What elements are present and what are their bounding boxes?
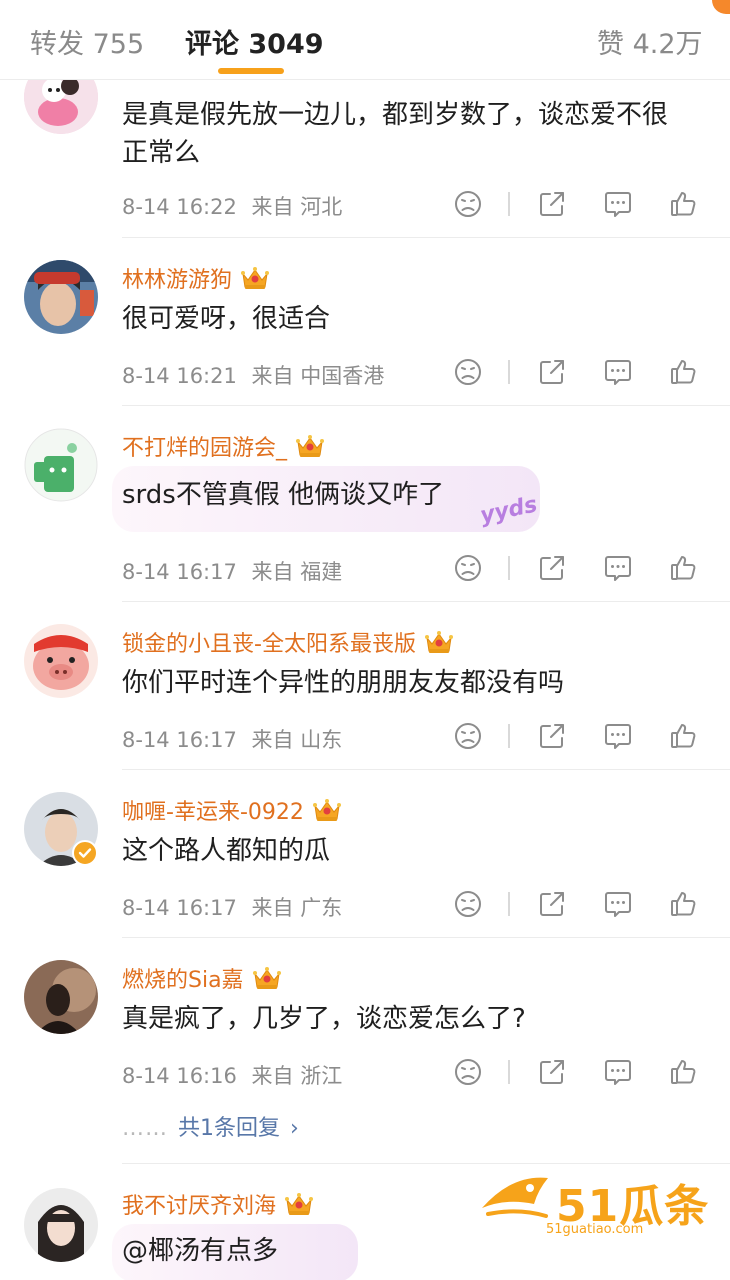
comment-icon[interactable] xyxy=(600,354,636,390)
comment-time: 8-14 16:17 xyxy=(122,896,237,920)
comment-text: 你们平时连个异性的朋朋友友都没有吗 xyxy=(122,668,565,698)
share-icon[interactable] xyxy=(534,186,570,222)
comment-location: 来自 福建 xyxy=(251,560,343,584)
tab-likes[interactable]: 赞 4.2万 xyxy=(597,22,703,61)
reply-dots: …… xyxy=(122,1116,168,1141)
comment-actions xyxy=(450,718,710,758)
dislike-icon[interactable] xyxy=(450,718,486,754)
thumbs-up-icon[interactable] xyxy=(666,886,702,922)
action-separator xyxy=(508,360,510,384)
row-divider xyxy=(122,237,730,238)
comment-time: 8-14 16:21 xyxy=(122,364,237,388)
tabs-divider xyxy=(0,79,730,80)
comment-actions xyxy=(450,1054,710,1094)
comment-icon[interactable] xyxy=(600,886,636,922)
dislike-icon[interactable] xyxy=(450,886,486,922)
comment-meta: 8-14 16:16 来自 浙江 xyxy=(122,1060,342,1090)
crown-badge-icon xyxy=(284,1191,314,1217)
comment-meta: 8-14 16:22 来自 河北 xyxy=(122,191,342,221)
avatar[interactable] xyxy=(24,1188,98,1262)
action-separator xyxy=(508,724,510,748)
thumbs-up-icon[interactable] xyxy=(666,550,702,586)
comment-text: 这个路人都知的瓜 xyxy=(122,836,331,866)
comment-actions xyxy=(450,550,710,590)
comment-username[interactable]: 我不讨厌齐刘海 xyxy=(122,1188,314,1220)
share-icon[interactable] xyxy=(534,1054,570,1090)
action-separator xyxy=(508,192,510,216)
view-replies-link[interactable]: …… 共1条回复 › xyxy=(122,1110,299,1142)
thumbs-up-icon[interactable] xyxy=(666,1054,702,1090)
comment-location: 来自 广东 xyxy=(251,896,343,920)
row-divider xyxy=(122,601,730,602)
row-divider xyxy=(122,1163,730,1164)
watermark-url: 51guatiao.com xyxy=(546,1222,644,1237)
comment-time: 8-14 16:22 xyxy=(122,195,237,219)
thumbs-up-icon[interactable] xyxy=(666,354,702,390)
comment-time: 8-14 16:16 xyxy=(122,1064,237,1088)
comment-actions xyxy=(450,354,710,394)
share-icon[interactable] xyxy=(534,550,570,586)
crown-badge-icon xyxy=(312,797,342,823)
comment-location: 来自 山东 xyxy=(251,728,343,752)
row-divider xyxy=(122,937,730,938)
tab-repost[interactable]: 转发 755 xyxy=(30,22,144,61)
comment-icon[interactable] xyxy=(600,718,636,754)
comment-meta: 8-14 16:17 来自 山东 xyxy=(122,724,342,754)
avatar[interactable] xyxy=(24,428,98,502)
row-divider xyxy=(122,405,730,406)
row-divider xyxy=(122,769,730,770)
dislike-icon[interactable] xyxy=(450,1054,486,1090)
chevron-right-icon: › xyxy=(290,1116,299,1141)
comment-actions xyxy=(450,886,710,926)
site-watermark: 51瓜条 51guatiao.com xyxy=(478,1168,710,1238)
comment-text: 真是疯了，几岁了，谈恋爱怎么了? xyxy=(122,1004,526,1034)
crown-badge-icon xyxy=(295,433,325,459)
share-icon[interactable] xyxy=(534,886,570,922)
comment-icon[interactable] xyxy=(600,1054,636,1090)
comment-location: 来自 河北 xyxy=(251,195,343,219)
comment-tabs: 转发 755 评论 3049 赞 4.2万 xyxy=(0,0,730,80)
crown-badge-icon xyxy=(252,965,282,991)
avatar[interactable] xyxy=(24,624,98,698)
comment-meta: 8-14 16:17 来自 广东 xyxy=(122,892,342,922)
comment-text: srds不管真假 他俩谈又咋了 xyxy=(122,480,445,510)
thumbs-up-icon[interactable] xyxy=(666,718,702,754)
comment-username[interactable]: 林林游游狗 xyxy=(122,262,270,294)
window-corner-accent xyxy=(712,0,730,14)
comment-text: 很可爱呀，很适合 xyxy=(122,304,331,334)
comment-icon[interactable] xyxy=(600,186,636,222)
replies-count: 共1条回复 xyxy=(178,1116,280,1141)
comment-location: 来自 中国香港 xyxy=(251,364,385,388)
dislike-icon[interactable] xyxy=(450,550,486,586)
comment-meta: 8-14 16:21 来自 中国香港 xyxy=(122,360,384,390)
action-separator xyxy=(508,892,510,916)
crown-badge-icon xyxy=(240,265,270,291)
comment-location: 来自 浙江 xyxy=(251,1064,343,1088)
comment-username[interactable]: 锁金的小且丧-全太阳系最丧版 xyxy=(122,626,454,658)
comment-username[interactable]: 燃烧的Sia嘉 xyxy=(122,962,282,994)
comment-actions xyxy=(450,186,710,226)
comment-meta: 8-14 16:17 来自 福建 xyxy=(122,556,342,586)
avatar[interactable] xyxy=(24,260,98,334)
dislike-icon[interactable] xyxy=(450,186,486,222)
share-icon[interactable] xyxy=(534,354,570,390)
dislike-icon[interactable] xyxy=(450,354,486,390)
comment-icon[interactable] xyxy=(600,550,636,586)
comment-username[interactable]: 咖喱-幸运来-0922 xyxy=(122,794,342,826)
watermark-logo-icon xyxy=(482,1177,548,1218)
action-separator xyxy=(508,1060,510,1084)
comment-username[interactable]: 不打烊的园游会_ xyxy=(122,430,325,462)
comment-text: 是真是假先放一边儿，都到岁数了，谈恋爱不很正常么 xyxy=(122,100,669,168)
tab-comments[interactable]: 评论 3049 xyxy=(185,22,324,61)
share-icon[interactable] xyxy=(534,718,570,754)
avatar[interactable] xyxy=(24,960,98,1034)
thumbs-up-icon[interactable] xyxy=(666,186,702,222)
crown-badge-icon xyxy=(424,629,454,655)
comment-time: 8-14 16:17 xyxy=(122,560,237,584)
comment-time: 8-14 16:17 xyxy=(122,728,237,752)
active-tab-indicator xyxy=(218,68,284,74)
verified-icon xyxy=(72,840,98,866)
action-separator xyxy=(508,556,510,580)
